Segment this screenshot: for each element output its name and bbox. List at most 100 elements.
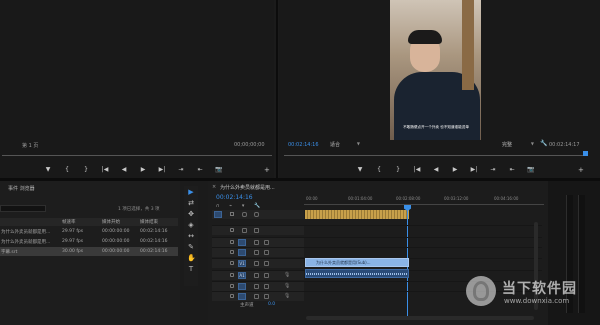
table-row[interactable]: 为什么外卖员就都是用... 29.97 fps 00:00:00:00 00:0…: [0, 227, 178, 236]
solo-icon[interactable]: [264, 294, 269, 299]
export-frame-icon[interactable]: 📷: [215, 166, 223, 173]
project-search-input[interactable]: [0, 205, 46, 212]
track-target-toggle[interactable]: [238, 283, 246, 290]
eye-icon[interactable]: [254, 261, 259, 266]
mark-in-button[interactable]: {: [375, 166, 383, 173]
step-back-button[interactable]: ◀: [120, 166, 128, 173]
eye-icon[interactable]: [254, 240, 259, 245]
track-target-toggle[interactable]: A1: [238, 272, 246, 279]
mute-icon[interactable]: [254, 294, 259, 299]
program-playhead-marker[interactable]: [583, 151, 588, 156]
table-row[interactable]: 字幕.srt 30.00 fps 00:00:00:00 00:02:14:16: [0, 247, 178, 256]
play-button[interactable]: ▶: [451, 166, 459, 173]
add-marker-button[interactable]: ▼: [44, 166, 52, 173]
caption-track-clip[interactable]: [305, 210, 409, 219]
hand-tool-icon[interactable]: ✋: [187, 254, 196, 262]
master-volume-value[interactable]: 0.0: [268, 302, 275, 307]
column-frame-rate[interactable]: 帧速率: [62, 219, 76, 225]
add-marker-button[interactable]: ▼: [356, 166, 364, 173]
mark-out-button[interactable]: }: [394, 166, 402, 173]
program-scrubber[interactable]: [284, 155, 588, 156]
track-target-toggle[interactable]: [238, 293, 246, 300]
source-scrubber[interactable]: [2, 155, 272, 156]
audio-clip[interactable]: [305, 269, 409, 278]
caption-track-lock-icon[interactable]: [230, 212, 234, 216]
track-target-toggle[interactable]: V1: [238, 260, 246, 267]
lift-button[interactable]: ⇥: [489, 166, 497, 173]
sync-icon[interactable]: [254, 228, 259, 233]
linked-selection-icon[interactable]: ⌁: [229, 203, 232, 209]
go-to-in-button[interactable]: |◀: [101, 166, 109, 173]
timeline-close-icon[interactable]: ×: [212, 184, 216, 190]
track-header[interactable]: A1 🎙: [212, 271, 304, 280]
pen-tool-icon[interactable]: ✎: [187, 243, 195, 251]
type-tool-icon[interactable]: T: [187, 265, 195, 273]
go-to-in-button[interactable]: |◀: [413, 166, 421, 173]
wrench-icon[interactable]: 🔧: [540, 140, 547, 147]
step-back-button[interactable]: ◀: [432, 166, 440, 173]
lock-icon[interactable]: [230, 284, 234, 288]
caption-track-header[interactable]: [212, 210, 304, 219]
lock-icon[interactable]: [230, 228, 234, 232]
wrench-icon[interactable]: 🔧: [254, 203, 260, 209]
source-page-label[interactable]: 第 1 页: [22, 142, 38, 149]
slip-tool-icon[interactable]: ↔: [187, 232, 195, 240]
lock-icon[interactable]: [230, 250, 234, 254]
mark-in-button[interactable]: {: [63, 166, 71, 173]
column-media-end[interactable]: 媒体结束: [140, 219, 158, 225]
table-row[interactable]: 为什么外卖员就都是用... 29.97 fps 00:00:00:00 00:0…: [0, 237, 178, 246]
track-header[interactable]: [212, 248, 304, 257]
marker-icon[interactable]: ▾: [242, 203, 245, 209]
export-frame-icon[interactable]: 📷: [527, 166, 535, 173]
lock-icon[interactable]: [230, 240, 234, 244]
timeline-horizontal-scrollbar[interactable]: [306, 316, 534, 320]
extract-button[interactable]: ⇤: [508, 166, 516, 173]
project-panel-title[interactable]: 事件 浏览器: [8, 185, 35, 192]
track-target-toggle[interactable]: [238, 239, 246, 246]
timeline-tab[interactable]: 为什么外卖员就都是用...: [220, 184, 275, 191]
eye-icon[interactable]: [254, 250, 259, 255]
sync-icon[interactable]: [264, 240, 269, 245]
insert-button[interactable]: ⇥: [177, 166, 185, 173]
lock-icon[interactable]: [230, 261, 234, 265]
track-header[interactable]: [212, 238, 304, 247]
track-select-tool-icon[interactable]: ⇄: [187, 199, 195, 207]
mic-icon[interactable]: 🎙: [284, 283, 290, 289]
lock-icon[interactable]: [230, 273, 234, 277]
mute-icon[interactable]: [254, 273, 259, 278]
overwrite-button[interactable]: ⇤: [196, 166, 204, 173]
column-media-start[interactable]: 媒体开始: [102, 219, 120, 225]
mic-icon[interactable]: 🎙: [284, 272, 290, 278]
ripple-edit-tool-icon[interactable]: ✥: [187, 210, 195, 218]
solo-icon[interactable]: [264, 284, 269, 289]
step-forward-button[interactable]: ▶|: [158, 166, 166, 173]
quality-dropdown[interactable]: 完整 ▼: [502, 141, 534, 149]
sync-icon[interactable]: [264, 250, 269, 255]
track-header[interactable]: 🎙: [212, 292, 304, 301]
mute-icon[interactable]: [254, 284, 259, 289]
source-add-button[interactable]: +: [264, 166, 270, 174]
track-header[interactable]: V1: [212, 259, 304, 268]
step-forward-button[interactable]: ▶|: [470, 166, 478, 173]
sync-icon[interactable]: [264, 261, 269, 266]
monitor-divider[interactable]: [276, 0, 278, 180]
fit-dropdown[interactable]: 适合 ▼: [330, 141, 360, 149]
lock-icon[interactable]: [230, 294, 234, 298]
eye-icon[interactable]: [242, 228, 247, 233]
video-clip[interactable]: 为什么外卖员就都是用(Sub)...: [305, 258, 409, 267]
track-target-toggle[interactable]: [238, 249, 246, 256]
razor-tool-icon[interactable]: ◈: [187, 221, 195, 229]
selection-tool-icon[interactable]: ▶: [187, 188, 195, 196]
mark-out-button[interactable]: }: [82, 166, 90, 173]
play-button[interactable]: ▶: [139, 166, 147, 173]
solo-icon[interactable]: [264, 273, 269, 278]
caption-track-eye-icon[interactable]: [242, 212, 247, 217]
track-header[interactable]: [212, 226, 304, 235]
program-timecode-left[interactable]: 00:02:14:16: [288, 142, 319, 148]
timeline-playhead-time[interactable]: 00:02:14:16: [216, 194, 253, 201]
track-header[interactable]: 🎙: [212, 282, 304, 291]
program-add-button[interactable]: +: [578, 166, 584, 174]
caption-track-toggle[interactable]: [214, 211, 222, 218]
program-video-frame[interactable]: 不敢随便点开一个外卖 也不知道谁能送单: [390, 0, 481, 140]
mic-icon[interactable]: 🎙: [284, 293, 290, 299]
